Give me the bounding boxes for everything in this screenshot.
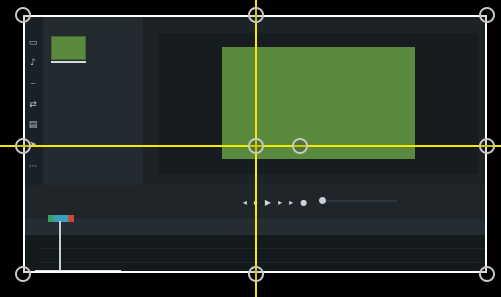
step-forward-icon[interactable]: ▸ xyxy=(278,198,282,207)
transition-icon[interactable]: ⇄ xyxy=(27,99,39,111)
scrub-thumb[interactable] xyxy=(319,197,326,204)
play-icon[interactable]: ▶ xyxy=(265,198,271,207)
media-thumbnail[interactable] xyxy=(51,36,86,63)
canvas-area xyxy=(143,15,487,187)
skip-back-icon[interactable]: ◂ xyxy=(243,198,247,207)
timeline-tracks[interactable] xyxy=(23,235,487,273)
tools-panel: ▭ ♪ ⎯ ⇄ ▤ ➤ ··· xyxy=(23,15,43,185)
editor-window: ▭ ♪ ⎯ ⇄ ▤ ➤ ··· ◂ ▸ ▶ ▸ ▸ ● xyxy=(23,15,487,273)
track-divider xyxy=(41,248,487,249)
media-icon[interactable]: ▭ xyxy=(27,37,39,49)
more-icon[interactable]: ··· xyxy=(27,161,39,173)
playhead-line[interactable] xyxy=(59,221,61,273)
mic-icon[interactable]: ♪ xyxy=(27,57,39,69)
media-bin xyxy=(43,15,143,185)
canvas-frame xyxy=(159,33,479,174)
playhead-handle[interactable] xyxy=(48,215,74,222)
skip-forward-icon[interactable]: ▸ xyxy=(289,198,293,207)
playback-controls: ◂ ▸ ▶ ▸ ▸ ● xyxy=(23,185,487,219)
timeline-ruler[interactable] xyxy=(23,219,487,235)
track-divider xyxy=(41,262,487,263)
step-back-icon[interactable]: ▸ xyxy=(254,198,258,207)
scrub-bar[interactable] xyxy=(319,197,397,204)
annotation-icon[interactable]: ⎯ xyxy=(27,78,39,90)
cursor-icon[interactable]: ➤ xyxy=(27,139,39,151)
captions-icon[interactable]: ▤ xyxy=(27,119,39,131)
marker-icon[interactable]: ● xyxy=(300,198,307,207)
timeline-scrollbar[interactable] xyxy=(35,270,121,273)
